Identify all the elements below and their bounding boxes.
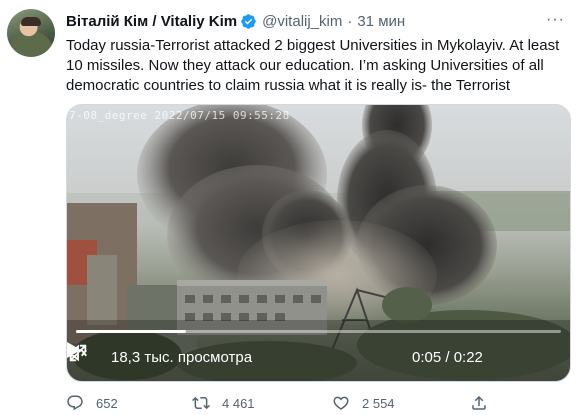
retweet-button[interactable]: 4 461 <box>192 394 255 412</box>
share-icon <box>472 395 486 410</box>
view-count: 18,3 тыс. просмотра <box>111 349 253 366</box>
video-progress-bar[interactable] <box>76 330 561 333</box>
avatar[interactable] <box>7 9 55 57</box>
like-count: 2 554 <box>362 395 395 411</box>
share-button[interactable] <box>470 394 500 412</box>
retweet-count: 4 461 <box>222 395 255 411</box>
reply-count: 652 <box>96 395 118 411</box>
tweet-text: Today russia-Terrorist attacked 2 bigges… <box>66 37 560 94</box>
video-timer: 0:05 / 0:22 <box>412 349 483 366</box>
separator-dot: · <box>347 12 353 30</box>
verified-badge-icon <box>241 13 256 29</box>
video-controls: 18,3 тыс. просмотра 0:05 / 0:22 <box>67 342 570 372</box>
video-overlay-timestamp: 7-08_degree 2022/07/15 09:55:28 <box>69 109 290 122</box>
fullscreen-icon[interactable] <box>67 342 89 364</box>
like-button[interactable]: 2 554 <box>332 394 395 412</box>
author-name[interactable]: Віталій Кім / Vitaliy Kim <box>66 13 237 30</box>
video-progress-fill <box>76 330 187 333</box>
tweet-actions: 652 4 461 2 554 <box>66 394 571 414</box>
author-handle[interactable]: @vitalij_kim <box>262 13 342 30</box>
like-icon <box>333 396 349 410</box>
tweet[interactable]: Віталій Кім / Vitaliy Kim @vitalij_kim ·… <box>0 0 585 415</box>
more-icon[interactable]: ··· <box>546 11 565 29</box>
video-frame <box>67 105 570 381</box>
tweet-time[interactable]: 31 мин <box>357 13 405 30</box>
reply-button[interactable]: 652 <box>66 394 118 412</box>
video-player[interactable]: 7-08_degree 2022/07/15 09:55:28 18,3 тыс… <box>66 104 571 382</box>
retweet-icon <box>192 396 210 410</box>
tweet-header: Віталій Кім / Vitaliy Kim @vitalij_kim ·… <box>66 11 405 31</box>
reply-icon <box>67 395 83 411</box>
